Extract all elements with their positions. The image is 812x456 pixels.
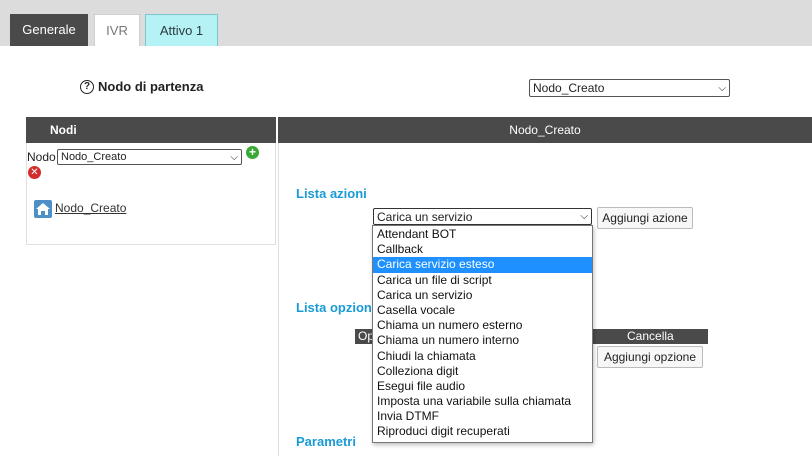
- dropdown-option[interactable]: Chiudi la chiamata: [373, 349, 592, 364]
- action-select[interactable]: Carica un servizio ⌵: [373, 208, 592, 225]
- dropdown-option-highlighted[interactable]: Carica servizio esteso: [373, 257, 592, 273]
- add-action-button[interactable]: Aggiungi azione: [597, 207, 693, 229]
- dropdown-option[interactable]: Colleziona digit: [373, 364, 592, 379]
- add-option-button[interactable]: Aggiungi opzione: [597, 346, 703, 368]
- node-link[interactable]: Nodo_Creato: [55, 201, 126, 215]
- dropdown-option[interactable]: Invia DTMF: [373, 409, 592, 424]
- help-icon[interactable]: ?: [80, 79, 94, 94]
- start-node-select-value: Nodo_Creato: [533, 81, 605, 95]
- dropdown-option[interactable]: Carica un file di script: [373, 273, 592, 288]
- options-col-cancel: Cancella: [627, 329, 674, 343]
- home-icon[interactable]: [34, 200, 52, 218]
- dropdown-option[interactable]: Chiama un numero interno: [373, 333, 592, 348]
- dropdown-option[interactable]: Casella vocale: [373, 303, 592, 318]
- chevron-down-icon: ⌵: [580, 211, 588, 222]
- parameters-title: Parametri: [296, 434, 356, 449]
- dropdown-option[interactable]: Attendant BOT: [373, 227, 592, 242]
- start-node-label: ? Nodo di partenza: [80, 79, 203, 94]
- node-detail-header: Nodo_Creato: [278, 117, 812, 143]
- dropdown-option[interactable]: Riproduci digit recuperati: [373, 424, 592, 439]
- tab-ivr[interactable]: IVR: [94, 14, 140, 46]
- dropdown-option[interactable]: Chiama un numero esterno: [373, 318, 592, 333]
- dropdown-option[interactable]: Esegui file audio: [373, 379, 592, 394]
- dropdown-option[interactable]: Callback: [373, 242, 592, 257]
- dropdown-option[interactable]: Carica un servizio: [373, 288, 592, 303]
- nodo-select-value: Nodo_Creato: [61, 151, 127, 163]
- actions-list-title: Lista azioni: [296, 186, 367, 201]
- start-node-select[interactable]: Nodo_Creato ⌵: [529, 79, 730, 97]
- action-dropdown-list[interactable]: Attendant BOT Callback Carica servizio e…: [372, 225, 593, 443]
- chevron-down-icon: ⌵: [718, 82, 726, 94]
- dropdown-option[interactable]: Imposta una variabile sulla chiamata: [373, 394, 592, 409]
- remove-node-icon[interactable]: ✕: [28, 166, 41, 179]
- nodes-panel-header: Nodi: [26, 117, 276, 143]
- add-node-icon[interactable]: +: [246, 146, 259, 159]
- start-node-text: Nodo di partenza: [98, 79, 204, 94]
- nodo-select[interactable]: Nodo_Creato ⌵: [57, 149, 242, 165]
- chevron-down-icon: ⌵: [230, 151, 238, 163]
- tab-generale[interactable]: Generale: [10, 14, 88, 46]
- options-list-title: Lista opzion: [296, 300, 372, 315]
- tab-attivo-1[interactable]: Attivo 1: [145, 14, 218, 46]
- nodo-label: Nodo: [27, 150, 56, 164]
- action-select-value: Carica un servizio: [377, 209, 473, 224]
